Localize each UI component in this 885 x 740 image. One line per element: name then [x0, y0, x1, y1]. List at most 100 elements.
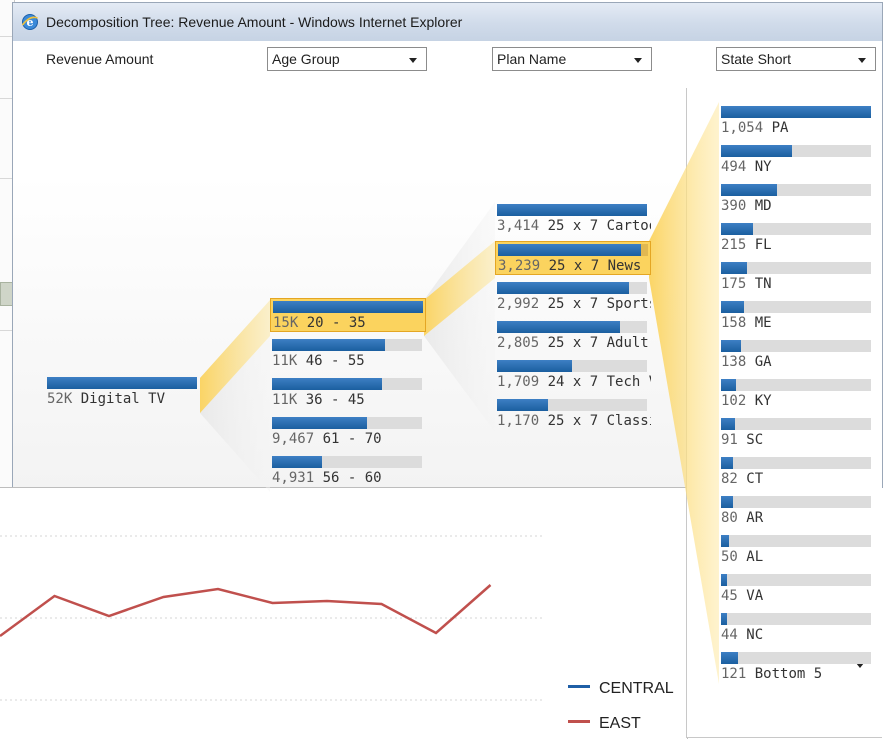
value-bar-fill [498, 244, 641, 256]
value-bar-track [721, 535, 871, 547]
node-value: 50 [721, 549, 738, 565]
tree-node-plan[interactable]: 2,992 25 x 7 Sports [495, 280, 651, 314]
tree-node-state[interactable]: 44 NC [719, 611, 875, 645]
value-bar-track [721, 613, 871, 625]
tree-node-age-group[interactable]: 9,467 61 - 70 [270, 415, 426, 449]
value-bar-fill [272, 378, 382, 390]
node-value: 91 [721, 432, 738, 448]
value-bar-fill [47, 377, 197, 389]
tree-node-plan[interactable]: 3,414 25 x 7 Cartoo [495, 202, 651, 236]
value-bar-fill [497, 399, 548, 411]
tree-node-state[interactable]: 121 Bottom 5 [719, 650, 875, 684]
tree-node-age-group[interactable]: 11K 36 - 45 [270, 376, 426, 410]
node-value: 9,467 [272, 431, 315, 447]
tree-node-age-group[interactable]: 4,931 56 - 60 [270, 454, 426, 488]
node-label: KY [754, 393, 772, 409]
node-label: 25 x 7 Cartoo [547, 218, 651, 234]
node-value: 494 [721, 159, 747, 175]
value-bar-track [272, 417, 422, 429]
legend-east-swatch [568, 720, 590, 724]
tree-node-state[interactable]: 494 NY [719, 143, 875, 177]
value-bar-fill [272, 339, 385, 351]
title-bar[interactable]: e Decomposition Tree: Revenue Amount - W… [13, 3, 882, 42]
node-value: 138 [721, 354, 747, 370]
tree-node-state[interactable]: 45 VA [719, 572, 875, 606]
value-bar-track [721, 574, 871, 586]
tree-node-plan[interactable]: 3,239 25 x 7 News [495, 241, 651, 275]
tree-node-state[interactable]: 82 CT [719, 455, 875, 489]
tree-node-state[interactable]: 138 GA [719, 338, 875, 372]
age-group-dropdown[interactable]: Age Group [267, 47, 427, 71]
value-bar-fill [272, 417, 367, 429]
tree-node-age-group[interactable]: 11K 46 - 55 [270, 337, 426, 371]
chevron-down-icon [858, 58, 866, 63]
value-bar-track [721, 340, 871, 352]
node-label: AR [746, 510, 764, 526]
node-label: 56 - 60 [322, 470, 382, 486]
node-value: 175 [721, 276, 747, 292]
node-value: 3,414 [497, 218, 540, 234]
legend-east-label: EAST [599, 715, 641, 732]
value-bar-fill [721, 106, 871, 118]
value-bar-fill [721, 418, 735, 430]
node-label: ME [754, 315, 772, 331]
tree-node-age-group[interactable]: 15K 20 - 35 [270, 298, 426, 332]
tree-node-plan[interactable]: 1,709 24 x 7 Tech V [495, 358, 651, 392]
value-bar-fill [497, 321, 620, 333]
tree-node-state[interactable]: 390 MD [719, 182, 875, 216]
node-label: PA [771, 120, 789, 136]
node-label: NC [746, 627, 764, 643]
value-bar-track [497, 204, 647, 216]
line-chart-panel: CENTRAL EAST [0, 487, 688, 739]
value-bar-track [273, 301, 423, 313]
tree-node-plan[interactable]: 1,170 25 x 7 Classic [495, 397, 651, 431]
value-bar-fill [721, 223, 753, 235]
node-value: 3,239 [498, 258, 541, 274]
legend-central-swatch [568, 685, 590, 689]
tree-node-plan[interactable]: 2,805 25 x 7 Adult V [495, 319, 651, 353]
state-short-dropdown[interactable]: State Short [716, 47, 876, 71]
node-label: 36 - 45 [305, 392, 365, 408]
value-bar-track [497, 399, 647, 411]
value-bar-fill [721, 262, 747, 274]
value-bar-fill [497, 282, 629, 294]
value-bar-track [497, 321, 647, 333]
plan-name-dropdown-label: Plan Name [497, 51, 567, 67]
tree-node-digital-tv[interactable]: 52K Digital TV [45, 375, 201, 409]
east-series-line [0, 584, 492, 638]
value-bar-fill [721, 652, 738, 664]
node-value: 1,709 [497, 374, 540, 390]
value-bar-track [721, 223, 871, 235]
value-bar-track [721, 496, 871, 508]
legend-central-label: CENTRAL [599, 680, 674, 697]
node-label: 25 x 7 Sports [547, 296, 651, 312]
node-label: 24 x 7 Tech V [547, 374, 651, 390]
node-value: 1,170 [497, 413, 540, 429]
chevron-down-icon [409, 58, 417, 63]
value-bar-fill [721, 379, 736, 391]
plan-name-dropdown[interactable]: Plan Name [492, 47, 652, 71]
tree-node-state[interactable]: 80 AR [719, 494, 875, 528]
node-label: Digital TV [80, 391, 166, 407]
tree-node-state[interactable]: 215 FL [719, 221, 875, 255]
tree-node-state[interactable]: 1,054 PA [719, 104, 875, 138]
value-bar-track [721, 457, 871, 469]
node-label: 25 x 7 Classic [547, 413, 651, 429]
value-bar-fill [721, 457, 733, 469]
chevron-down-icon [634, 58, 642, 63]
value-bar-fill [497, 360, 572, 372]
internet-explorer-icon: e [21, 14, 38, 30]
value-bar-fill [273, 301, 423, 313]
node-value: 2,992 [497, 296, 540, 312]
node-value: 80 [721, 510, 738, 526]
age-group-dropdown-label: Age Group [272, 51, 340, 67]
node-value: 45 [721, 588, 738, 604]
tree-node-state[interactable]: 175 TN [719, 260, 875, 294]
tree-node-state[interactable]: 158 ME [719, 299, 875, 333]
tree-node-state[interactable]: 102 KY [719, 377, 875, 411]
tree-node-state[interactable]: 50 AL [719, 533, 875, 567]
tree-node-state[interactable]: 91 SC [719, 416, 875, 450]
window-title: Decomposition Tree: Revenue Amount - Win… [46, 14, 463, 30]
node-label: 46 - 55 [305, 353, 365, 369]
node-value: 1,054 [721, 120, 764, 136]
